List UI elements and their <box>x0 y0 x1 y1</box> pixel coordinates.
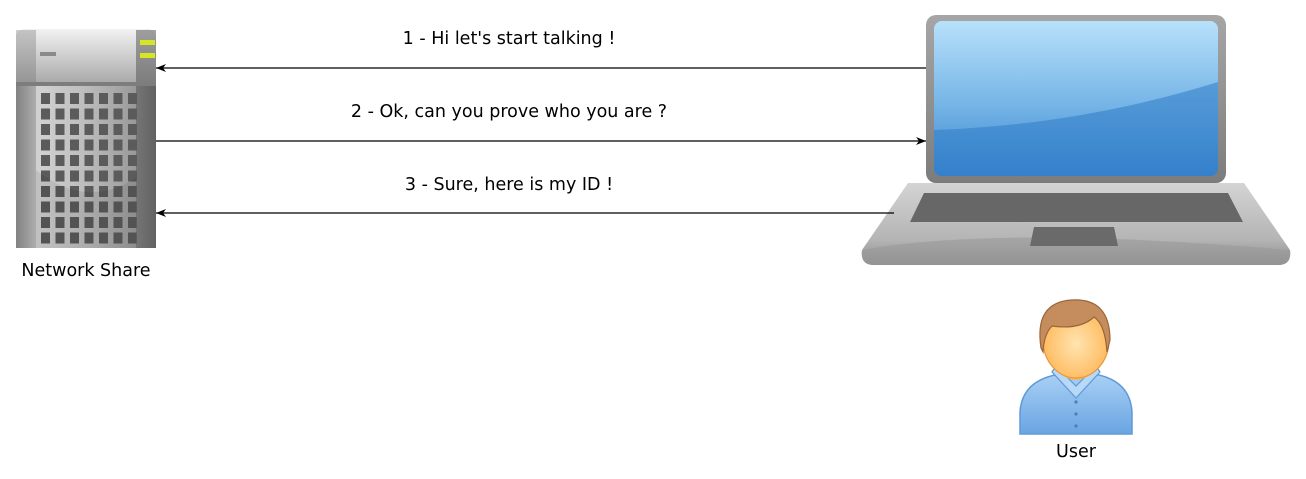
server-slot <box>99 155 108 166</box>
server-slot <box>113 155 123 166</box>
server-slot <box>70 124 79 135</box>
server-slot <box>84 139 94 151</box>
sequence-diagram: Network Share User 1 - Hi let's start ta… <box>16 15 1291 462</box>
message-label: 1 - Hi let's start talking ! <box>403 29 616 49</box>
server-slot <box>70 93 79 104</box>
server-slot <box>84 170 94 182</box>
server-slot <box>55 93 65 104</box>
server-slot <box>99 124 108 135</box>
server-slot <box>55 170 65 182</box>
server-slot <box>99 108 108 120</box>
server-slot <box>113 93 123 104</box>
server-slot <box>55 139 65 151</box>
server-slot <box>99 170 108 182</box>
server-slot <box>41 124 50 135</box>
server-slot <box>99 93 108 104</box>
server-slot <box>41 108 50 120</box>
server-slot <box>70 108 79 120</box>
server-slot <box>128 139 137 151</box>
message-2: 2 - Ok, can you prove who you are ? <box>156 102 926 145</box>
message-label: 3 - Sure, here is my ID ! <box>405 175 613 195</box>
server-slot <box>70 139 79 151</box>
server-slot <box>128 124 137 135</box>
server-slot <box>128 108 137 120</box>
server-slot <box>55 108 65 120</box>
message-label: 2 - Ok, can you prove who you are ? <box>351 102 667 122</box>
server-slot <box>70 155 79 166</box>
message-1: 1 - Hi let's start talking ! <box>156 29 926 72</box>
server-slot <box>55 155 65 166</box>
server-slot <box>84 124 94 135</box>
server-slot <box>128 155 137 166</box>
server-slot <box>84 93 94 104</box>
laptop-icon <box>861 15 1291 265</box>
server-slot <box>128 93 137 104</box>
server-slot <box>113 124 123 135</box>
server-slot <box>55 124 65 135</box>
server-slot <box>84 108 94 120</box>
server-slot <box>41 139 50 151</box>
server-slot <box>113 139 123 151</box>
server-icon <box>16 29 156 248</box>
server-slot <box>70 170 79 182</box>
message-3: 3 - Sure, here is my ID ! <box>156 175 894 217</box>
server-slot <box>113 108 123 120</box>
server-label: Network Share <box>21 261 150 281</box>
user-icon <box>1019 299 1133 435</box>
server-slot <box>84 155 94 166</box>
server-slot <box>41 155 50 166</box>
server-slot <box>113 170 123 182</box>
server-slot <box>41 93 50 104</box>
server-slot <box>99 139 108 151</box>
user-label: User <box>1056 442 1097 462</box>
